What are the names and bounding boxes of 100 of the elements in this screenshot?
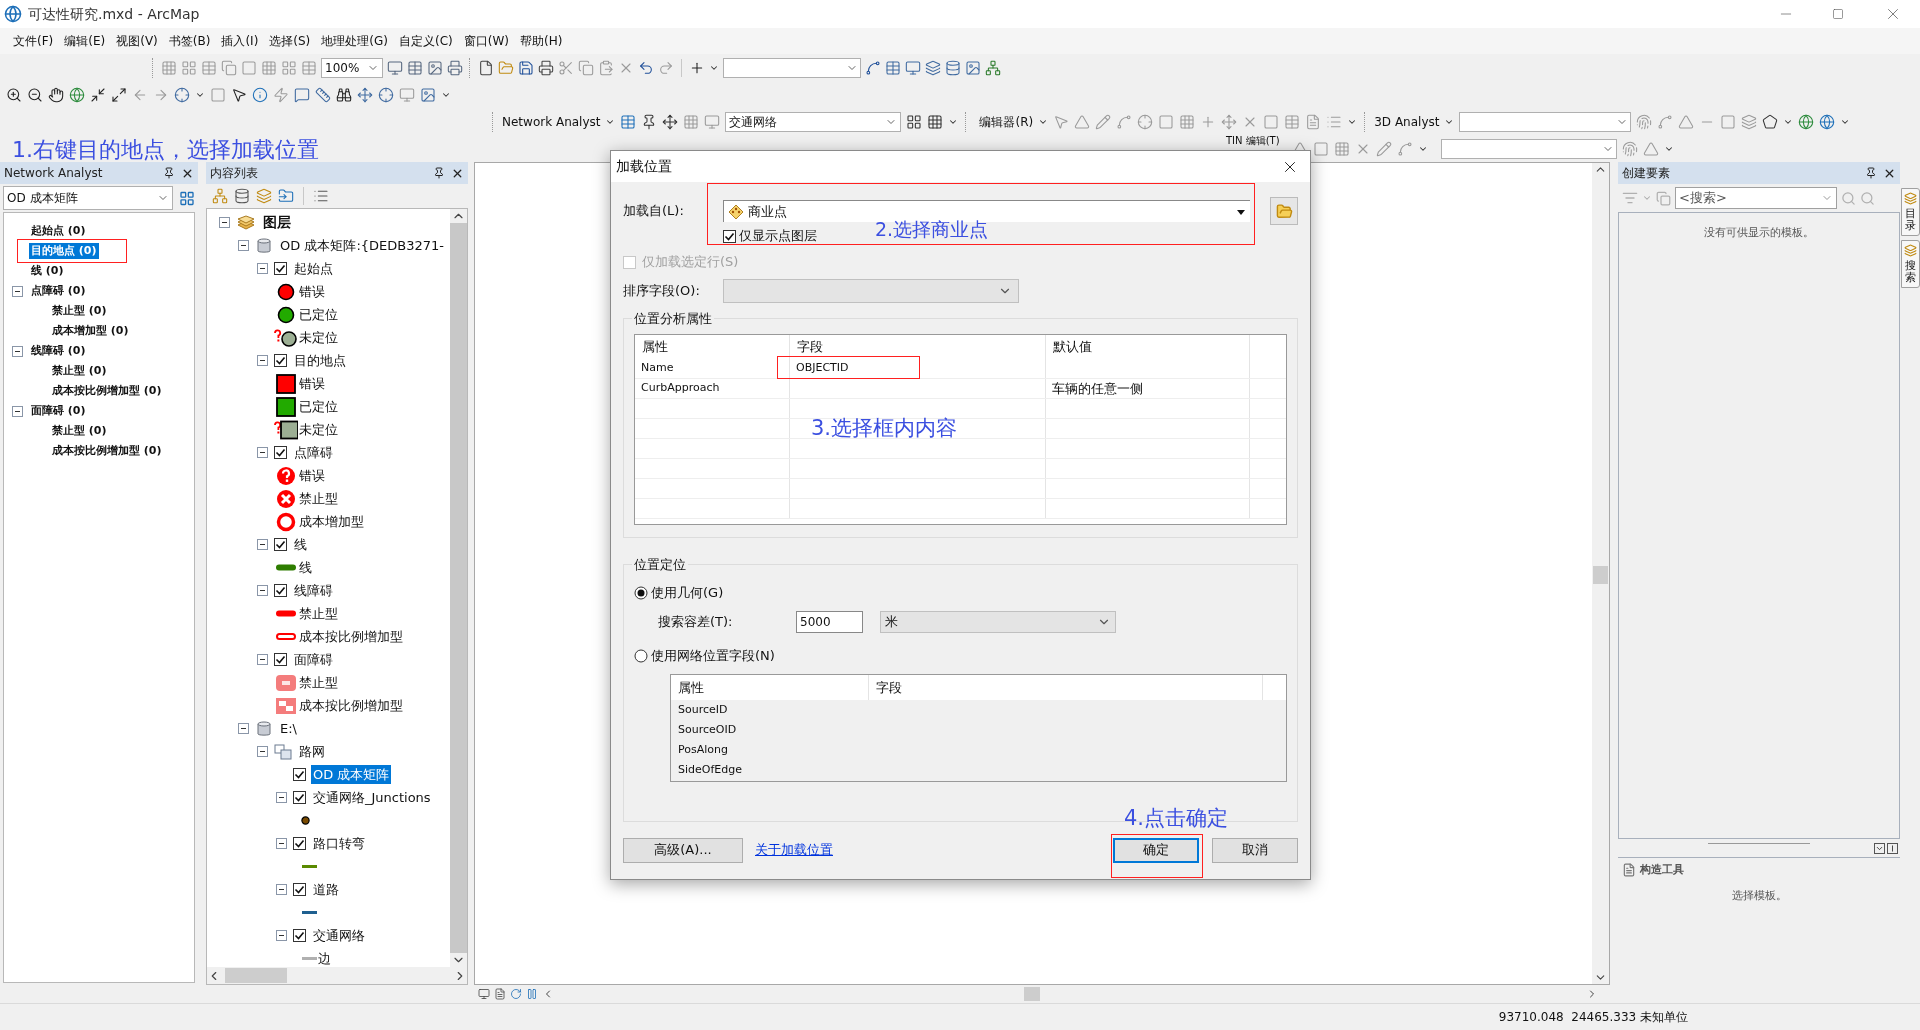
layer-name[interactable]: 点障碍 (292, 442, 335, 463)
layer-name[interactable]: 交通网络_Junctions (311, 787, 433, 808)
edit-tool-icon[interactable] (1221, 113, 1238, 130)
add-data-icon[interactable] (689, 60, 705, 76)
scroll-thumb[interactable] (1593, 566, 1608, 584)
pin-icon[interactable] (1865, 167, 1877, 179)
identify-icon[interactable] (252, 87, 268, 103)
print-icon[interactable] (538, 60, 554, 76)
layer-name[interactable]: 路网 (297, 741, 327, 762)
layer-name[interactable]: 路口转弯 (311, 833, 367, 854)
layer-checkbox[interactable] (293, 883, 306, 896)
layer-checkbox[interactable] (274, 446, 287, 459)
analysis-dropdown[interactable]: OD 成本矩阵 (3, 186, 173, 210)
collapse-icon[interactable] (257, 447, 268, 458)
edit-tool-icon[interactable] (1305, 113, 1322, 130)
collapse-icon[interactable] (257, 539, 268, 550)
collapse-icon[interactable] (276, 838, 287, 849)
refresh-icon[interactable] (510, 988, 522, 1000)
surface-tool-icon[interactable] (1657, 113, 1674, 130)
tree-item[interactable]: 起始点 (0) (29, 222, 88, 240)
sort-field-dropdown[interactable] (723, 279, 1019, 303)
map-tool-icon[interactable] (221, 60, 237, 76)
collapse-icon[interactable] (276, 930, 287, 941)
collapse-icon[interactable] (276, 884, 287, 895)
layer-name[interactable]: 线障碍 (292, 580, 335, 601)
tree-item[interactable]: 点障碍 (0) (29, 282, 88, 300)
collapse-icon[interactable] (257, 263, 268, 274)
splitter-icon[interactable] (1887, 842, 1898, 854)
column-header[interactable]: 字段 (790, 335, 1046, 359)
restore-icon[interactable] (1832, 8, 1844, 20)
layer-checkbox[interactable] (293, 929, 306, 942)
column-header[interactable]: 属性 (635, 335, 790, 359)
layout-tool-icon[interactable] (387, 60, 403, 76)
tree-item[interactable]: 线 (0) (29, 262, 66, 280)
menu-item[interactable]: 书签(B) (167, 32, 212, 50)
layout-tool-icon[interactable] (407, 60, 423, 76)
edit-tool-icon[interactable] (1137, 113, 1154, 130)
radio-button[interactable] (634, 649, 648, 663)
zoom-out-icon[interactable] (27, 87, 43, 103)
measure-icon[interactable] (315, 87, 331, 103)
browse-button[interactable] (1270, 197, 1298, 225)
tree-item[interactable]: 成本增加型 (0) (50, 322, 131, 340)
caret-icon[interactable] (441, 90, 451, 100)
layer-checkbox[interactable] (274, 262, 287, 275)
menu-item[interactable]: 文件(F) (12, 32, 55, 50)
find-icon[interactable] (336, 87, 352, 103)
template-search-field[interactable]: <搜索> (1675, 187, 1837, 209)
window-tool-icon[interactable] (925, 60, 941, 76)
window-tool-icon[interactable] (905, 60, 921, 76)
layout-tool-icon[interactable] (447, 60, 463, 76)
menu-item[interactable]: 编辑(E) (63, 32, 107, 50)
new-document-icon[interactable] (478, 60, 494, 76)
collapse-icon[interactable] (257, 654, 268, 665)
layer-checkbox[interactable] (293, 791, 306, 804)
collapse-icon[interactable] (238, 240, 249, 251)
window-tool-icon[interactable] (965, 60, 981, 76)
ok-button[interactable]: 确定 (1113, 837, 1199, 863)
options-icon[interactable] (313, 188, 329, 204)
tolerance-field[interactable]: 5000 (796, 611, 863, 633)
collapse-icon[interactable] (12, 285, 23, 297)
advanced-button[interactable]: 高级(A)... (623, 837, 743, 863)
layer-name[interactable]: 交通网络 (311, 925, 367, 946)
menu-item[interactable]: 自定义(C) (397, 32, 454, 50)
tree-item[interactable]: 成本按比例增加型 (0) (50, 382, 164, 400)
layout-tool-icon[interactable] (427, 60, 443, 76)
window-tool-icon[interactable] (885, 60, 901, 76)
menu-item[interactable]: 窗口(W) (462, 32, 510, 50)
caret-icon[interactable] (195, 90, 205, 100)
zoom-combo[interactable]: 100% (321, 58, 383, 78)
cancel-button[interactable]: 取消 (1212, 837, 1298, 863)
layer-checkbox[interactable] (293, 768, 306, 781)
fixed-zoom-out-icon[interactable] (111, 87, 127, 103)
pin-icon[interactable] (433, 167, 445, 179)
unit-dropdown[interactable]: 米 (880, 611, 1116, 633)
column-header[interactable]: 默认值 (1046, 335, 1250, 359)
layer-checkbox[interactable] (274, 354, 287, 367)
window-tool-icon[interactable] (945, 60, 961, 76)
column-header[interactable]: 属性 (671, 675, 869, 700)
collapse-icon[interactable] (257, 355, 268, 366)
layer-name[interactable]: 面障碍 (292, 649, 335, 670)
scroll-thumb[interactable] (1024, 987, 1040, 1001)
caret-icon[interactable] (709, 63, 719, 73)
collapse-panel-icon[interactable] (1874, 842, 1885, 854)
select-features-icon[interactable] (174, 87, 190, 103)
column-header[interactable]: 字段 (869, 675, 1263, 700)
select-move-icon[interactable] (662, 113, 679, 130)
menu-item[interactable]: 插入(I) (220, 32, 260, 50)
layer-name[interactable]: 线 (292, 534, 309, 555)
layer-name[interactable]: 道路 (311, 879, 341, 900)
collapse-icon[interactable] (219, 217, 230, 228)
scroll-down-icon[interactable] (450, 953, 467, 967)
horizontal-scrollbar[interactable] (207, 967, 467, 984)
edit-tool-icon[interactable] (1074, 113, 1091, 130)
edit-tool-icon[interactable] (1116, 113, 1133, 130)
about-link[interactable]: 关于加载位置 (755, 840, 833, 860)
collapse-icon[interactable] (257, 585, 268, 596)
zoom-in-icon[interactable] (6, 87, 22, 103)
layer-checkbox[interactable] (274, 584, 287, 597)
pause-drawing-icon[interactable] (526, 988, 538, 1000)
menu-item[interactable]: 帮助(H) (518, 32, 564, 50)
